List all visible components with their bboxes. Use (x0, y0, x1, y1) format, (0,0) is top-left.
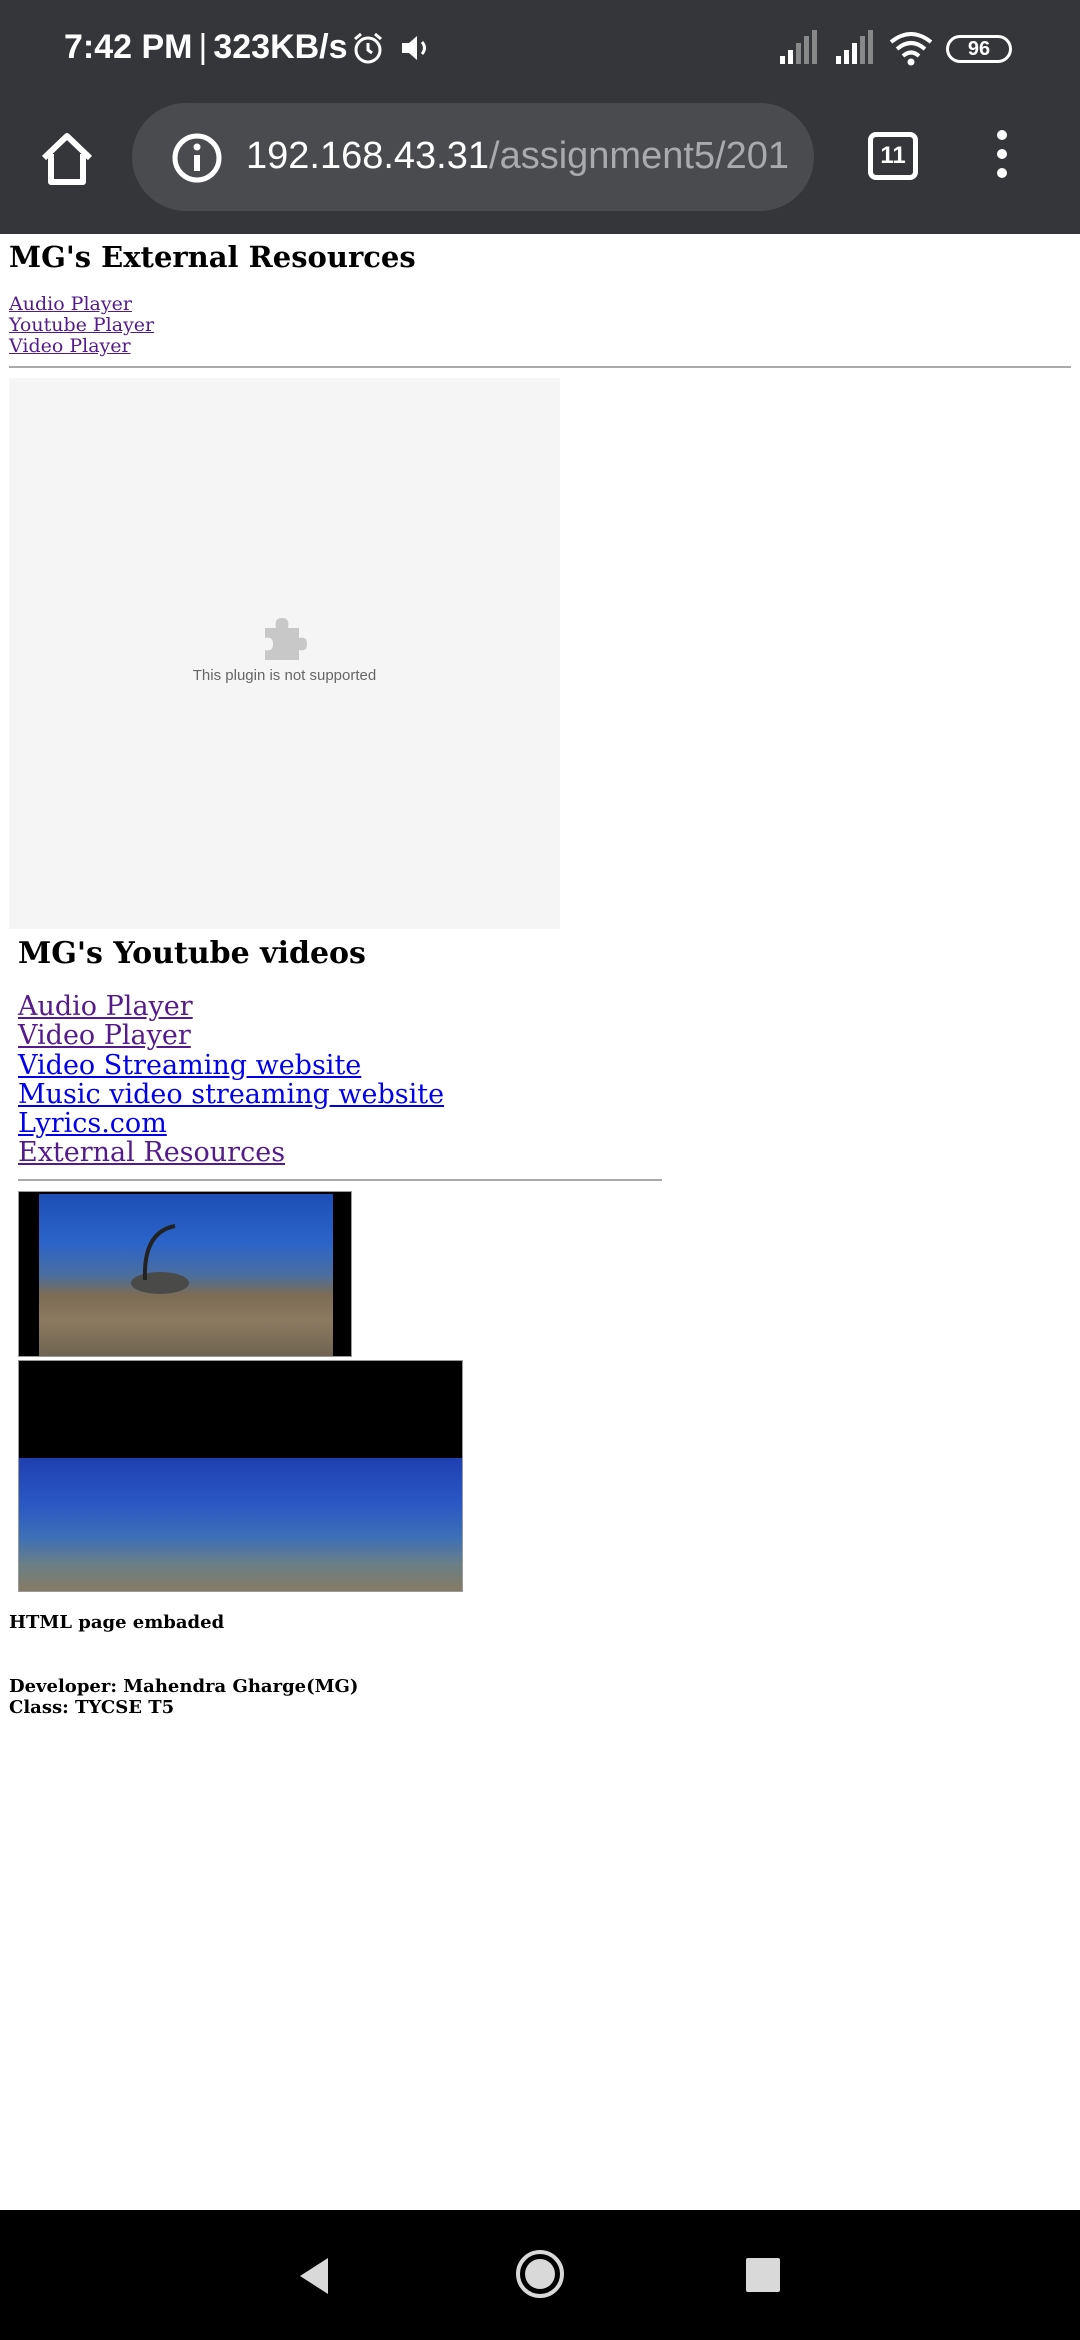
class-info: Class: TYCSE T5 (9, 1697, 175, 1718)
home-icon[interactable] (36, 128, 98, 190)
alarm-icon (354, 32, 382, 64)
system-navigation-bar (0, 2210, 1080, 2340)
external-resources-link[interactable]: External Resources (18, 1138, 444, 1168)
signal-icon-1 (780, 30, 817, 64)
battery-level: 96 (946, 35, 1012, 63)
developer-credit: Developer: Mahendra Gharge(MG) (9, 1676, 359, 1697)
url-path: /assignment5/201 (489, 135, 789, 177)
url-text[interactable]: 192.168.43.31/assignment5/201 (246, 135, 806, 178)
status-bar: 7:42 PM | 323KB/s 96 (0, 0, 1080, 100)
embedded-plugin[interactable]: This plugin is not supported (9, 378, 560, 929)
signal-icon-2 (836, 30, 873, 64)
plugin-message: This plugin is not supported (192, 667, 377, 684)
embedded-video-1[interactable] (18, 1191, 352, 1357)
status-time-and-speed: 7:42 PM | 323KB/s (64, 28, 348, 67)
video-player-link[interactable]: Video Player (9, 336, 154, 357)
external-resources-links: Audio Player Youtube Player Video Player (9, 294, 154, 357)
url-host: 192.168.43.31 (246, 135, 490, 177)
status-time: 7:42 PM (64, 28, 193, 66)
info-icon[interactable] (172, 133, 222, 183)
browser-toolbar: 192.168.43.31/assignment5/201 11 (0, 100, 1080, 234)
youtube-heading: MG's Youtube videos (18, 936, 366, 971)
address-bar[interactable]: 192.168.43.31/assignment5/201 (132, 103, 814, 211)
page-title: MG's External Resources (9, 240, 416, 274)
embed-label: HTML page embaded (9, 1612, 225, 1633)
puzzle-plugin-icon (265, 618, 307, 660)
youtube-links: Audio Player Video Player Video Streamin… (18, 992, 444, 1168)
video-2-frame (19, 1458, 462, 1591)
divider-2 (18, 1179, 662, 1181)
home-nav-icon[interactable] (514, 2248, 566, 2300)
back-icon[interactable] (296, 2254, 332, 2298)
youtube-player-link[interactable]: Youtube Player (9, 315, 154, 336)
video-player-link-2[interactable]: Video Player (18, 1021, 444, 1051)
tab-switcher-button[interactable]: 11 (868, 132, 918, 180)
recent-apps-icon[interactable] (746, 2258, 780, 2292)
video-streaming-website-link[interactable]: Video Streaming website (18, 1050, 444, 1080)
divider (9, 366, 1071, 368)
page-content: MG's External Resources Audio Player You… (0, 234, 1080, 2210)
video-1-frame (39, 1194, 333, 1356)
lyrics-link[interactable]: Lyrics.com (18, 1109, 444, 1139)
network-speed: 323KB/s (213, 28, 348, 66)
status-separator: | (198, 28, 208, 66)
volume-icon (402, 36, 426, 60)
audio-player-link[interactable]: Audio Player (9, 294, 154, 315)
wifi-icon (889, 32, 933, 66)
overflow-menu-icon[interactable] (990, 130, 1014, 190)
ray-tail (142, 1224, 176, 1281)
audio-player-link-2[interactable]: Audio Player (18, 992, 444, 1022)
music-video-streaming-website-link[interactable]: Music video streaming website (18, 1080, 444, 1110)
embedded-video-2[interactable] (18, 1360, 463, 1592)
